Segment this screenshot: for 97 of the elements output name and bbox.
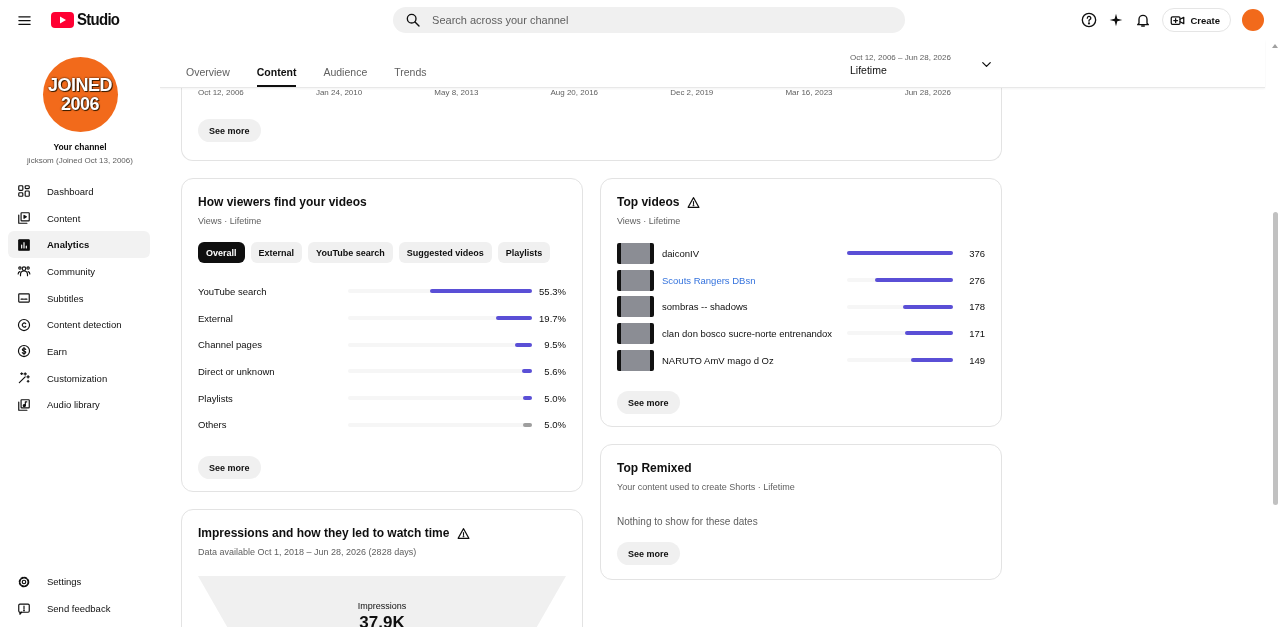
view-count: 178 (968, 301, 985, 313)
card-subtitle: Your content used to create Shorts · Lifetime (617, 482, 795, 492)
share-percent: 5.0% (543, 392, 566, 404)
card-subtitle: Views · Lifetime (198, 216, 262, 226)
traffic-source-label: Playlists (198, 392, 234, 404)
video-title[interactable]: NARUTO AmV mago d Oz (662, 354, 839, 366)
video-thumbnail[interactable] (617, 349, 654, 371)
copyright-icon (17, 317, 31, 332)
video-thumbnail[interactable] (617, 322, 654, 344)
axis-label: Dec 2, 2019 (670, 88, 714, 98)
traffic-source-label: Channel pages (198, 339, 263, 351)
warning-icon[interactable] (687, 195, 701, 209)
sidebar-item[interactable]: Subtitles (8, 284, 150, 312)
card-title: Impressions and how they led to watch time (198, 526, 450, 540)
card-subtitle: Views · Lifetime (617, 216, 681, 226)
see-more-button[interactable]: See more (617, 391, 680, 415)
tab[interactable]: Trends (394, 40, 427, 87)
video-title[interactable]: Scouts Rangers DBsn (662, 274, 839, 286)
video-thumbnail[interactable] (617, 296, 654, 318)
logo-text: Studio (77, 10, 120, 30)
see-more-button[interactable]: See more (617, 542, 680, 565)
filter-chip[interactable]: External (250, 242, 303, 263)
help-icon[interactable] (1081, 12, 1098, 28)
tab[interactable]: Audience (323, 40, 368, 87)
view-count: 171 (968, 327, 985, 339)
axis-label: Jun 28, 2026 (904, 88, 951, 98)
video-thumbnail[interactable] (617, 269, 654, 291)
axis-label: May 8, 2013 (434, 88, 479, 98)
tab[interactable]: Overview (186, 40, 230, 87)
channel-handle: jicksom (Joined Oct 13, 2006) (26, 156, 134, 165)
funnel-label: Impressions (357, 601, 407, 611)
people-icon (17, 264, 31, 279)
sidebar-item[interactable]: Content (8, 204, 150, 232)
dashboard-icon (17, 184, 31, 199)
video-title[interactable]: clan don bosco sucre-norte entrenandox (662, 327, 839, 339)
traffic-source-label: Direct or unknown (198, 365, 276, 377)
bar-chart-icon (17, 237, 31, 252)
view-count: 149 (968, 354, 985, 366)
axis-label: Oct 12, 2006 (198, 88, 244, 98)
share-percent: 5.6% (543, 365, 566, 377)
view-count: 376 (968, 247, 985, 259)
traffic-source-label: External (198, 312, 234, 324)
video-thumbnail[interactable] (617, 242, 654, 264)
card-title: Top Remixed (617, 461, 692, 475)
dollar-icon (17, 344, 31, 359)
scroll-up-icon[interactable] (1272, 44, 1278, 48)
avatar-icon[interactable] (1242, 9, 1264, 31)
warning-icon[interactable] (457, 526, 471, 540)
traffic-source-label: YouTube search (198, 285, 268, 297)
axis-label: Aug 20, 2016 (550, 88, 599, 98)
sidebar-item[interactable]: Content detection (8, 311, 150, 339)
scrollbar-thumb[interactable] (1272, 212, 1278, 505)
avatar-text: JOINED (48, 75, 112, 95)
video-library-icon (17, 211, 31, 226)
card-subtitle: Data available Oct 1, 2018 – Jun 28, 2026 (2828 days) (198, 547, 417, 557)
share-percent: 19.7% (538, 312, 566, 324)
video-title[interactable]: daiconIV (662, 247, 839, 259)
sidebar-item[interactable]: Dashboard (8, 178, 150, 205)
see-more-button[interactable]: See more (198, 456, 261, 480)
create-button[interactable]: Create (1162, 8, 1231, 32)
filter-chip[interactable]: Suggested videos (398, 242, 492, 263)
video-title[interactable]: sombras -- shadows (662, 301, 839, 313)
feedback-icon (17, 601, 31, 616)
magic-wand-icon (17, 371, 31, 386)
sidebar-item[interactable]: Community (8, 258, 150, 285)
search-input[interactable]: Search across your channel (430, 13, 894, 27)
sidebar-item[interactable]: Settings (8, 568, 150, 596)
see-more-button[interactable]: See more (198, 119, 261, 142)
search-bar[interactable]: Search across your channel (393, 7, 906, 33)
card-title: Top videos (617, 195, 680, 209)
filter-chip[interactable]: Playlists (497, 242, 551, 263)
play-logo-icon (51, 12, 74, 28)
channel-title: Your channel (52, 142, 108, 152)
card-title: How viewers find your videos (198, 195, 367, 209)
date-range-text: Oct 12, 2006 – Jun 28, 2026 (850, 53, 951, 62)
view-count: 276 (968, 274, 985, 286)
share-percent: 9.5% (543, 339, 566, 351)
sidebar-item[interactable]: Analytics (8, 231, 150, 259)
filter-chip[interactable]: YouTube search (308, 242, 393, 263)
music-library-icon (17, 397, 31, 412)
settings-icon (17, 574, 31, 589)
share-percent: 5.0% (543, 419, 566, 431)
avatar-text: 2006 (60, 94, 99, 114)
date-period-dropdown[interactable]: Lifetime (850, 64, 951, 76)
notifications-icon[interactable] (1135, 12, 1152, 28)
share-percent: 55.3% (538, 285, 566, 297)
subtitles-icon (17, 291, 31, 306)
sidebar-item[interactable]: Send feedback (8, 595, 150, 622)
sidebar-item[interactable]: Customization (8, 364, 150, 392)
axis-label: Mar 16, 2023 (785, 88, 833, 98)
sidebar-item[interactable]: Earn (8, 338, 150, 365)
filter-chip[interactable]: Overall (198, 242, 245, 263)
empty-message: Nothing to show for these dates (617, 516, 759, 527)
sidebar-item[interactable]: Audio library (8, 391, 150, 419)
axis-label: Jan 24, 2010 (315, 88, 363, 98)
traffic-source-label: Others (198, 419, 228, 431)
search-icon (405, 12, 422, 28)
